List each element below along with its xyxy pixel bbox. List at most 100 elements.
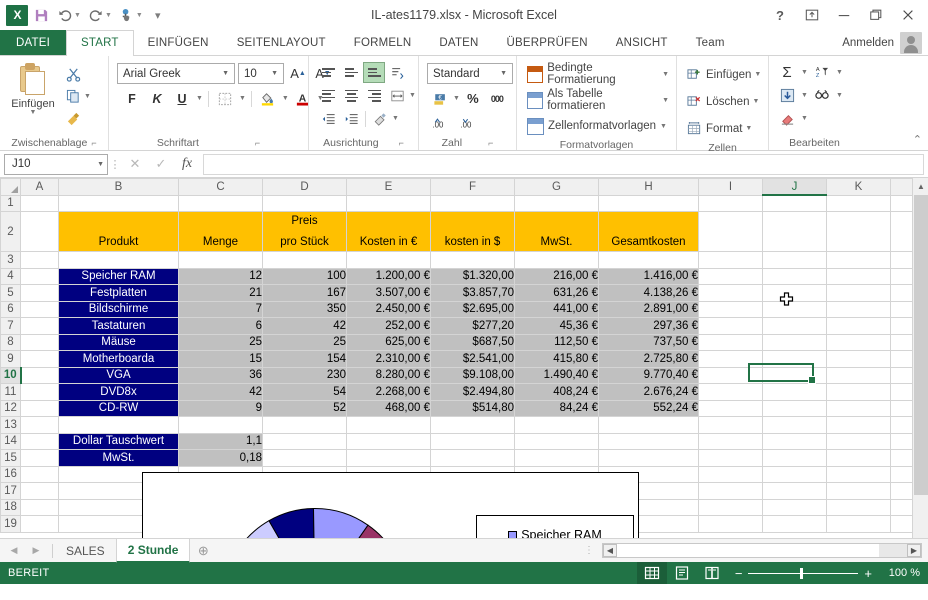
cell-D5[interactable]: 167 [262, 284, 347, 302]
table-row[interactable]: 10 VGA 36 230 8.280,00 € $9.108,00 1.490… [0, 366, 917, 384]
paste-dropdown-icon[interactable]: ▼ [30, 109, 37, 116]
col-header-I[interactable]: I [698, 178, 763, 196]
cell-K9[interactable] [826, 350, 891, 368]
cell-C12[interactable]: 9 [178, 399, 263, 417]
chevron-down-icon[interactable]: ▼ [662, 97, 669, 104]
cell-I13[interactable] [698, 416, 763, 434]
cell-A12[interactable] [20, 399, 59, 417]
cell-H7[interactable]: 297,36 € [598, 317, 699, 335]
cell-J16[interactable] [762, 465, 827, 483]
cell-G7[interactable]: 45,36 € [514, 317, 599, 335]
tab-start[interactable]: START [66, 30, 134, 56]
chevron-down-icon[interactable]: ▼ [754, 71, 761, 78]
cell-C10[interactable]: 36 [178, 366, 263, 384]
cell-D2-preis-header[interactable]: Preis pro Stück [262, 211, 347, 252]
table-row[interactable]: 15 MwSt. 0,18 [0, 449, 917, 467]
font-size-combo[interactable]: 10 ▼ [238, 63, 284, 84]
table-row[interactable]: 14 Dollar Tauschwert 1,1 [0, 432, 917, 450]
cell-J7[interactable] [762, 317, 827, 335]
cell-C15[interactable]: 0,18 [178, 449, 263, 467]
cell-D11[interactable]: 54 [262, 383, 347, 401]
row-header-17[interactable]: 17 [0, 482, 21, 500]
cell-G3[interactable] [514, 251, 599, 269]
cell-I17[interactable] [698, 482, 763, 500]
cell-H8[interactable]: 737,50 € [598, 333, 699, 351]
cell-G9[interactable]: 415,80 € [514, 350, 599, 368]
cell-J14[interactable] [762, 432, 827, 450]
cell-E5[interactable]: 3.507,00 € [346, 284, 431, 302]
cell-B12[interactable]: CD-RW [58, 399, 179, 417]
cell-F3[interactable] [430, 251, 515, 269]
cell-A19[interactable] [20, 515, 59, 533]
row-header-6[interactable]: 6 [0, 300, 21, 318]
page-layout-icon[interactable] [667, 562, 697, 584]
cell-D4[interactable]: 100 [262, 267, 347, 285]
cell-E4[interactable]: 1.200,00 € [346, 267, 431, 285]
cell-K7[interactable] [826, 317, 891, 335]
cancel-icon[interactable]: ✕ [122, 154, 148, 175]
cell-D15[interactable] [262, 449, 347, 467]
cell-E11[interactable]: 2.268,00 € [346, 383, 431, 401]
cell-J6[interactable] [762, 300, 827, 318]
undo-icon[interactable] [54, 4, 76, 26]
spreadsheet-grid[interactable]: A B C D E F G H I J K 1 2 Produkt Menge … [0, 178, 928, 538]
undo-dropdown-icon[interactable]: ▼ [74, 12, 81, 19]
row-header-2[interactable]: 2 [0, 211, 21, 252]
increase-indent-button[interactable] [340, 108, 362, 129]
cell-C3[interactable] [178, 251, 263, 269]
cell-E7[interactable]: 252,00 € [346, 317, 431, 335]
cell-J18[interactable] [762, 498, 827, 516]
row-header-10[interactable]: 10 [0, 366, 22, 384]
row-header-7[interactable]: 7 [0, 317, 21, 335]
cell-J10-selected[interactable] [762, 366, 827, 384]
cell-E13[interactable] [346, 416, 431, 434]
table-row[interactable]: 1 [0, 194, 917, 212]
cell-E14[interactable] [346, 432, 431, 450]
cell-D13[interactable] [262, 416, 347, 434]
percent-format-button[interactable]: % [462, 88, 484, 109]
cell-F12[interactable]: $514,80 [430, 399, 515, 417]
wrap-text-button[interactable] [386, 85, 408, 106]
cell-B6[interactable]: Bildschirme [58, 300, 179, 318]
cell-K5[interactable] [826, 284, 891, 302]
cell-H1[interactable] [598, 194, 699, 212]
align-center-button[interactable] [340, 85, 362, 106]
cell-J8[interactable] [762, 333, 827, 351]
cell-B4[interactable]: Speicher RAM [58, 267, 179, 285]
cell-H13[interactable] [598, 416, 699, 434]
align-top-button[interactable] [317, 62, 339, 83]
cell-E6[interactable]: 2.450,00 € [346, 300, 431, 318]
name-box[interactable]: J10 ▼ [4, 153, 108, 175]
cell-A7[interactable] [20, 317, 59, 335]
cell-K3[interactable] [826, 251, 891, 269]
cell-K12[interactable] [826, 399, 891, 417]
chevron-down-icon[interactable]: ▼ [745, 125, 752, 132]
split-handle[interactable]: ⋮ [580, 545, 598, 556]
cell-I8[interactable] [698, 333, 763, 351]
cell-J12[interactable] [762, 399, 827, 417]
cell-D7[interactable]: 42 [262, 317, 347, 335]
table-row[interactable]: 13 [0, 416, 917, 434]
insert-function-icon[interactable]: fx [174, 154, 200, 175]
cell-E9[interactable]: 2.310,00 € [346, 350, 431, 368]
cell-E8[interactable]: 625,00 € [346, 333, 431, 351]
scroll-left-icon[interactable]: ◀ [603, 544, 617, 557]
horizontal-scrollbar[interactable]: ◀ ▶ [602, 543, 922, 558]
cell-styles-button[interactable]: Zellenformatvorlagen ▼ [524, 113, 670, 139]
chevron-down-icon[interactable]: ▼ [801, 69, 808, 76]
enter-icon[interactable]: ✓ [148, 154, 174, 175]
number-format-combo[interactable]: Standard ▼ [427, 63, 513, 84]
cell-C14[interactable]: 1,1 [178, 432, 263, 450]
alignment-dialog-launcher[interactable]: ⌐ [399, 138, 404, 148]
collapse-ribbon-icon[interactable]: ⌃ [913, 133, 922, 146]
cell-H5[interactable]: 4.138,26 € [598, 284, 699, 302]
cell-B1[interactable] [58, 194, 179, 212]
cell-A14[interactable] [20, 432, 59, 450]
row-header-19[interactable]: 19 [0, 515, 21, 533]
copy-button[interactable]: ▼ [62, 86, 93, 106]
cell-D8[interactable]: 25 [262, 333, 347, 351]
cell-J3[interactable] [762, 251, 827, 269]
row-header-11[interactable]: 11 [0, 383, 21, 401]
sheet-tab-sales[interactable]: SALES [55, 539, 116, 563]
formula-input[interactable] [203, 153, 924, 175]
